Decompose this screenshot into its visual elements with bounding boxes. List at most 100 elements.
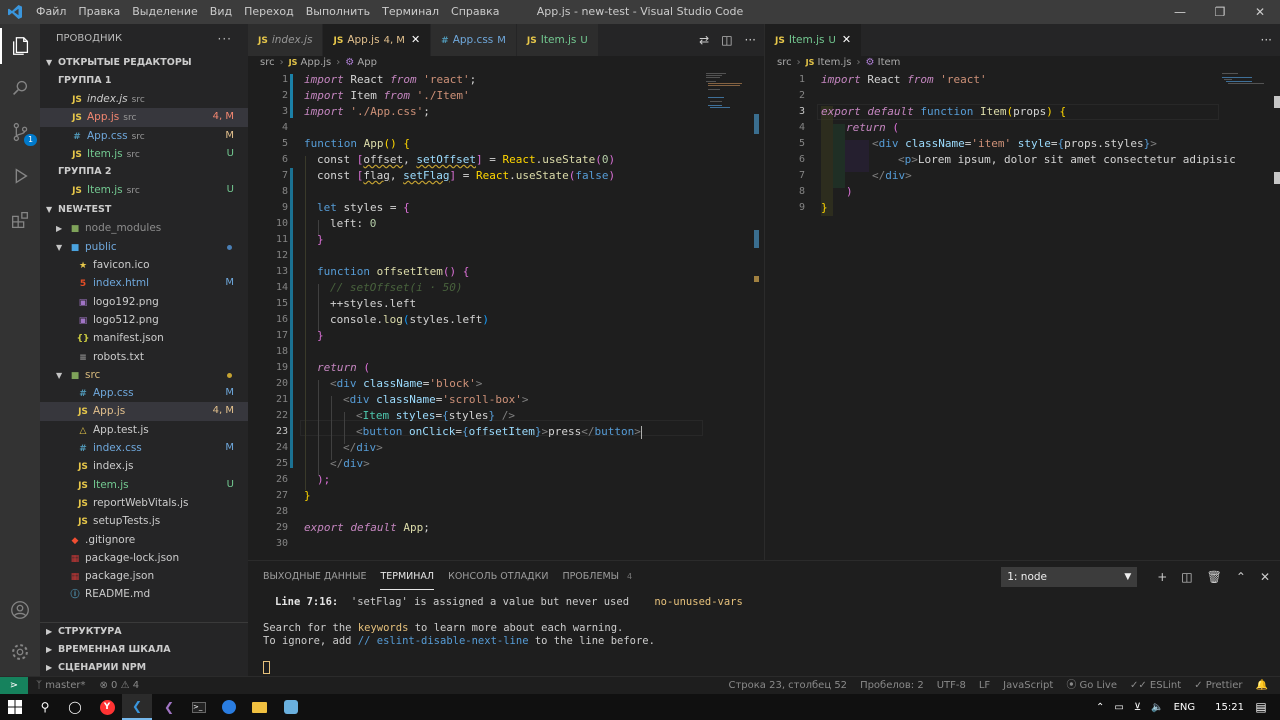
terminal-app-icon[interactable]: >_ xyxy=(184,694,214,720)
maximize-panel-icon[interactable]: ⌃ xyxy=(1236,570,1246,584)
tree-public[interactable]: ▼ ■ public xyxy=(40,238,248,256)
more-actions-icon[interactable]: ··· xyxy=(218,24,232,54)
open-editor-item-js[interactable]: JS Item.js src U xyxy=(40,145,248,163)
minimap[interactable] xyxy=(704,72,750,112)
menu-selection[interactable]: Выделение xyxy=(126,0,204,24)
wifi-icon[interactable]: ⊻ xyxy=(1134,702,1141,713)
tree-readme[interactable]: ⓘ README.md xyxy=(40,585,248,603)
scroll-thumb[interactable] xyxy=(1274,96,1280,108)
tab-index-js[interactable]: JS index.js xyxy=(248,24,324,56)
task-view-icon[interactable]: ◯ xyxy=(60,694,90,720)
timeline-header[interactable]: ▶ ВРЕМЕННАЯ ШКАЛА xyxy=(40,641,248,659)
language-mode[interactable]: JavaScript xyxy=(1003,677,1053,694)
npm-scripts-header[interactable]: ▶ СЦЕНАРИИ NPM xyxy=(40,659,248,677)
tree-report-web-vitals[interactable]: JS reportWebVitals.js xyxy=(40,494,248,512)
chevron-up-icon[interactable]: ⌃ xyxy=(1096,702,1104,713)
panel-tab-output[interactable]: ВЫХОДНЫЕ ДАННЫЕ xyxy=(263,561,366,593)
open-editor-app-css[interactable]: # App.css src M xyxy=(40,127,248,145)
split-terminal-icon[interactable]: ◫ xyxy=(1181,570,1192,584)
notification-center-icon[interactable]: ▤ xyxy=(1246,694,1276,720)
menu-view[interactable]: Вид xyxy=(204,0,238,24)
app-icon[interactable] xyxy=(276,694,306,720)
tree-index-js[interactable]: JS index.js xyxy=(40,457,248,475)
branch-indicator[interactable]: ᛉ master* xyxy=(36,677,85,694)
tree-robots[interactable]: ≡ robots.txt xyxy=(40,348,248,366)
group-1-header[interactable]: ГРУППА 1 xyxy=(40,72,248,90)
tree-index-html[interactable]: 5 index.html M xyxy=(40,274,248,292)
editor-scrollbar[interactable] xyxy=(750,72,764,560)
extensions-icon[interactable] xyxy=(0,202,40,238)
breadcrumb-symbol[interactable]: Item xyxy=(878,57,901,68)
remote-icon[interactable]: ⋗ xyxy=(0,677,28,695)
tree-manifest[interactable]: {} manifest.json xyxy=(40,329,248,347)
menu-edit[interactable]: Правка xyxy=(72,0,126,24)
code-editor-2[interactable]: 1 2 3 4 5 6 7 8 9 import React from 'rea… xyxy=(765,72,1280,560)
breadcrumb-symbol[interactable]: App xyxy=(357,57,377,68)
close-window-icon[interactable]: ✕ xyxy=(1240,0,1280,24)
panel-tab-terminal[interactable]: ТЕРМИНАЛ xyxy=(380,565,435,590)
clock[interactable]: 15:21 xyxy=(1215,702,1244,713)
explorer-icon[interactable] xyxy=(0,28,40,64)
encoding[interactable]: UTF-8 xyxy=(937,677,966,694)
trash-icon[interactable]: 🗑 xyxy=(1207,570,1222,584)
tree-src[interactable]: ▼ ■ src xyxy=(40,366,248,384)
more-actions-icon[interactable]: ··· xyxy=(1261,33,1272,47)
panel-tab-problems[interactable]: ПРОБЛЕМЫ 4 xyxy=(562,561,636,593)
minimize-icon[interactable]: — xyxy=(1160,0,1200,24)
yandex-browser-icon[interactable]: Y xyxy=(92,694,122,720)
open-editor-item-js-group2[interactable]: JS Item.js src U xyxy=(40,181,248,199)
tree-app-test[interactable]: △ App.test.js xyxy=(40,421,248,439)
problems-indicator[interactable]: ⊗ 0 ⚠ 4 xyxy=(99,677,139,694)
terminal-select[interactable]: 1: node ▼ xyxy=(1001,567,1138,587)
go-live-button[interactable]: ⦿ Go Live xyxy=(1066,677,1117,694)
search-icon[interactable]: ⚲ xyxy=(30,694,60,720)
tree-app-js[interactable]: JS App.js 4, M xyxy=(40,402,248,421)
tree-package-json[interactable]: ▦ package.json xyxy=(40,567,248,585)
breadcrumb-file[interactable]: Item.js xyxy=(818,57,852,68)
open-editor-app-js[interactable]: JS App.js src 4, M xyxy=(40,108,248,127)
source-control-icon[interactable]: 1 xyxy=(0,114,40,150)
notifications-icon[interactable]: 🔔 xyxy=(1256,677,1268,694)
split-editor-icon[interactable]: ◫ xyxy=(721,33,732,47)
menu-terminal[interactable]: Терминал xyxy=(376,0,445,24)
account-icon[interactable] xyxy=(0,592,40,628)
tree-item-js[interactable]: JS Item.js U xyxy=(40,476,248,494)
menu-file[interactable]: Файл xyxy=(30,0,72,24)
tab-app-css[interactable]: # App.css M xyxy=(431,24,517,56)
breadcrumb-dir[interactable]: src xyxy=(260,57,275,68)
tree-setup-tests[interactable]: JS setupTests.js xyxy=(40,512,248,530)
breadcrumb-dir[interactable]: src xyxy=(777,57,792,68)
visual-studio-icon[interactable]: ❮ xyxy=(154,694,184,720)
file-explorer-icon[interactable] xyxy=(244,694,274,720)
tab-app-js[interactable]: JS App.js 4, M ✕ xyxy=(323,24,432,56)
open-changes-icon[interactable]: ⇄ xyxy=(699,33,709,47)
outline-header[interactable]: ▶ СТРУКТУРА xyxy=(40,623,248,641)
tree-app-css[interactable]: # App.css M xyxy=(40,384,248,402)
windows-start-icon[interactable] xyxy=(0,694,30,720)
menu-run[interactable]: Выполнить xyxy=(300,0,376,24)
tree-index-css[interactable]: # index.css M xyxy=(40,439,248,457)
terminal-output[interactable]: Line 7:16: 'setFlag' is assigned a value… xyxy=(263,593,743,674)
code-editor[interactable]: 1 2 3 4 5 6 7 8 9 10 11 12 13 14 15 16 1… xyxy=(248,72,764,560)
scroll-thumb[interactable] xyxy=(1274,172,1280,184)
new-terminal-icon[interactable]: + xyxy=(1157,570,1167,584)
cursor-position[interactable]: Строка 23, столбец 52 xyxy=(728,677,847,694)
open-editors-header[interactable]: ▼ ОТКРЫТЫЕ РЕДАКТОРЫ xyxy=(40,54,248,72)
close-tab-icon[interactable]: ✕ xyxy=(842,33,851,46)
menu-help[interactable]: Справка xyxy=(445,0,505,24)
volume-icon[interactable]: 🔈 xyxy=(1151,702,1163,713)
close-panel-icon[interactable]: ✕ xyxy=(1260,570,1270,584)
tab-item-js-2[interactable]: JS Item.js U ✕ xyxy=(765,24,863,56)
tree-package-lock[interactable]: ▦ package-lock.json xyxy=(40,549,248,567)
indentation[interactable]: Пробелов: 2 xyxy=(860,677,924,694)
tree-logo192[interactable]: ▣ logo192.png xyxy=(40,293,248,311)
more-actions-icon[interactable]: ··· xyxy=(745,33,756,47)
run-debug-icon[interactable] xyxy=(0,158,40,194)
maximize-icon[interactable]: ❐ xyxy=(1200,0,1240,24)
tree-favicon[interactable]: ★ favicon.ico xyxy=(40,256,248,274)
firefox-icon[interactable] xyxy=(214,694,244,720)
minimap-2[interactable] xyxy=(1220,72,1266,112)
eslint-status[interactable]: ✓✓ ESLint xyxy=(1130,677,1181,694)
battery-icon[interactable]: ▭ xyxy=(1114,702,1123,713)
open-editor-index-js[interactable]: JS index.js src xyxy=(40,90,248,108)
